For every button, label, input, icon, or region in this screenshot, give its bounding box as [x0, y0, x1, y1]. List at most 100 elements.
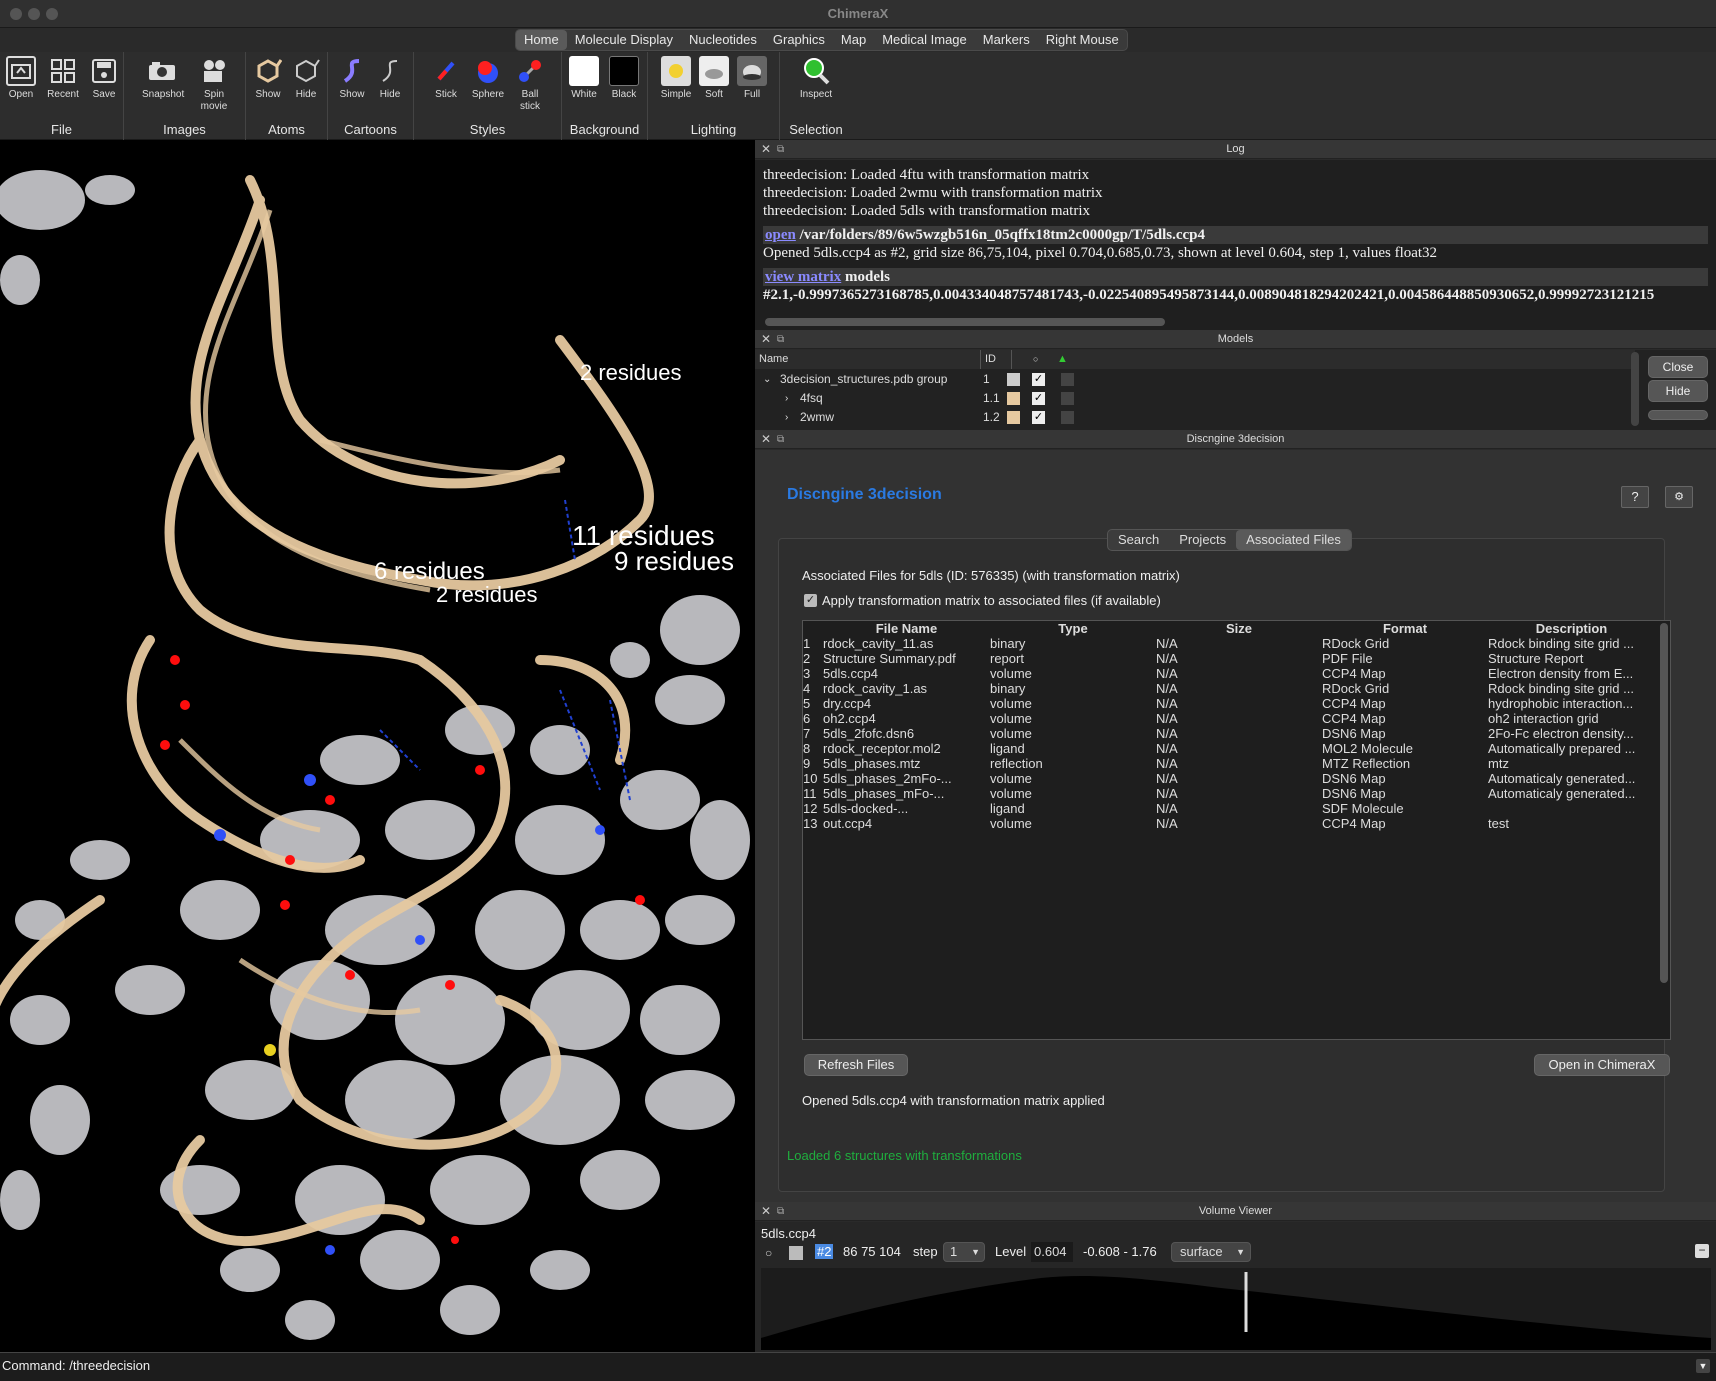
table-row[interactable]: 13 out.ccp4 volume N/A CCP4 Map test: [803, 816, 1655, 831]
model-color-swatch[interactable]: [1007, 411, 1020, 424]
stick-button[interactable]: Stick: [426, 56, 466, 101]
select-checkbox[interactable]: [1061, 411, 1074, 424]
inspect-button[interactable]: Inspect: [796, 56, 836, 101]
table-row[interactable]: 5 dry.ccp4 volume N/A CCP4 Map hydrophobic in…: [803, 696, 1655, 711]
chevron-right-icon[interactable]: ›: [785, 408, 788, 427]
black-background-button[interactable]: Black: [604, 56, 644, 101]
command-history-icon[interactable]: ▼: [1696, 1359, 1710, 1373]
tab-nucleotides[interactable]: Nucleotides: [681, 30, 765, 50]
open-command-link[interactable]: open: [765, 227, 796, 243]
table-row[interactable]: 7 5dls_2fofc.dsn6 volume N/A DSN6 Map 2Fo-Fc …: [803, 726, 1655, 741]
format-column-header[interactable]: Format: [1322, 621, 1488, 636]
style-select[interactable]: surface ▼: [1171, 1242, 1251, 1262]
id-column-header[interactable]: ID: [980, 350, 996, 369]
atoms-show-button[interactable]: Show: [248, 56, 288, 101]
float-icon[interactable]: ⧉: [777, 1202, 784, 1221]
level-input[interactable]: 0.604: [1031, 1242, 1073, 1262]
full-lighting-button[interactable]: Full: [732, 56, 772, 101]
shown-checkbox[interactable]: ✓: [1032, 373, 1045, 386]
tab-home[interactable]: Home: [516, 30, 567, 50]
description-column-header[interactable]: Description: [1488, 621, 1655, 636]
table-row[interactable]: 2 Structure Summary.pdf report N/A PDF File S…: [803, 651, 1655, 666]
soft-lighting-button[interactable]: Soft: [694, 56, 734, 101]
minimize-window-button[interactable]: [28, 8, 40, 20]
models-scrollbar[interactable]: [1631, 352, 1639, 426]
model-row[interactable]: › 4fsq 1.1 ✓: [755, 389, 1635, 408]
table-row[interactable]: 3 5dls.ccp4 volume N/A CCP4 Map Electron dens…: [803, 666, 1655, 681]
apply-matrix-checkbox[interactable]: ✓: [804, 594, 817, 607]
close-icon[interactable]: ✕: [761, 1202, 771, 1221]
spin-movie-button[interactable]: Spin movie: [194, 56, 234, 113]
show-volume-toggle[interactable]: ○: [765, 1246, 772, 1260]
model-row[interactable]: › 2wmw 1.2 ✓: [755, 408, 1635, 427]
log-horizontal-scrollbar[interactable]: [765, 318, 1165, 326]
open-button[interactable]: Open: [1, 56, 41, 101]
float-icon[interactable]: ⧉: [777, 430, 784, 449]
size-column-header[interactable]: Size: [1156, 621, 1322, 636]
file-name-column-header[interactable]: File Name: [823, 621, 990, 636]
float-icon[interactable]: ⧉: [777, 140, 784, 159]
sphere-button[interactable]: Sphere: [468, 56, 508, 101]
table-row[interactable]: 10 5dls_phases_2mFo-... volume N/A DSN6 Map A…: [803, 771, 1655, 786]
shown-checkbox[interactable]: ✓: [1032, 392, 1045, 405]
type-column-header[interactable]: Type: [990, 621, 1156, 636]
table-row[interactable]: 9 5dls_phases.mtz reflection N/A MTZ Reflect…: [803, 756, 1655, 771]
command-input[interactable]: /threedecision: [69, 1358, 150, 1373]
files-table-scrollbar[interactable]: [1660, 623, 1668, 983]
cartoons-show-button[interactable]: Show: [332, 56, 372, 101]
tab-projects[interactable]: Projects: [1169, 530, 1236, 550]
close-icon[interactable]: ✕: [761, 330, 771, 349]
tab-markers[interactable]: Markers: [975, 30, 1038, 50]
log-panel[interactable]: threedecision: Loaded 4ftu with transfor…: [755, 160, 1716, 330]
open-in-chimerax-button[interactable]: Open in ChimeraX: [1534, 1054, 1670, 1076]
view-matrix-link[interactable]: view matrix: [765, 269, 841, 285]
volume-histogram[interactable]: [761, 1268, 1711, 1350]
refresh-files-button[interactable]: Refresh Files: [804, 1054, 908, 1076]
model-color-swatch[interactable]: [1007, 373, 1020, 386]
volume-color-swatch[interactable]: [789, 1246, 803, 1260]
model-color-swatch[interactable]: [1007, 392, 1020, 405]
close-icon[interactable]: ✕: [761, 140, 771, 159]
close-window-button[interactable]: [10, 8, 22, 20]
table-row[interactable]: 6 oh2.ccp4 volume N/A CCP4 Map oh2 interactio…: [803, 711, 1655, 726]
table-row[interactable]: 12 5dls-docked-... ligand N/A SDF Molecule: [803, 801, 1655, 816]
help-button[interactable]: ?: [1621, 486, 1649, 508]
chevron-down-icon[interactable]: ⌄: [763, 370, 771, 389]
shown-checkbox[interactable]: ✓: [1032, 411, 1045, 424]
graphics-viewport[interactable]: 2 residues 11 residues 9 residues 6 resi…: [0, 140, 755, 1352]
more-model-button[interactable]: [1648, 410, 1708, 420]
table-row[interactable]: 1 rdock_cavity_11.as binary N/A RDock Grid Rd…: [803, 636, 1655, 651]
save-button[interactable]: Save: [84, 56, 124, 101]
table-row[interactable]: 4 rdock_cavity_1.as binary N/A RDock Grid Rdo…: [803, 681, 1655, 696]
model-row[interactable]: ⌄ 3decision_structures.pdb group 1 ✓: [755, 370, 1635, 389]
settings-button[interactable]: ⚙: [1665, 486, 1693, 508]
tab-graphics[interactable]: Graphics: [765, 30, 833, 50]
close-icon[interactable]: ✕: [761, 430, 771, 449]
tab-map[interactable]: Map: [833, 30, 874, 50]
cartoons-hide-button[interactable]: Hide: [370, 56, 410, 101]
select-checkbox[interactable]: [1061, 392, 1074, 405]
tab-associated-files[interactable]: Associated Files: [1236, 530, 1351, 550]
collapse-icon[interactable]: −: [1695, 1244, 1709, 1258]
zoom-window-button[interactable]: [46, 8, 58, 20]
hide-model-button[interactable]: Hide: [1648, 380, 1708, 402]
tab-medical-image[interactable]: Medical Image: [874, 30, 975, 50]
white-background-button[interactable]: White: [564, 56, 604, 101]
window-controls[interactable]: [10, 8, 64, 23]
table-row[interactable]: 11 5dls_phases_mFo-... volume N/A DSN6 Map Au…: [803, 786, 1655, 801]
tab-right-mouse[interactable]: Right Mouse: [1038, 30, 1127, 50]
tab-molecule-display[interactable]: Molecule Display: [567, 30, 681, 50]
snapshot-button[interactable]: Snapshot: [142, 56, 184, 101]
recent-button[interactable]: Recent: [43, 56, 83, 101]
tab-search[interactable]: Search: [1108, 530, 1169, 550]
table-row[interactable]: 8 rdock_receptor.mol2 ligand N/A MOL2 Molecu…: [803, 741, 1655, 756]
close-model-button[interactable]: Close: [1648, 356, 1708, 378]
ball-stick-button[interactable]: Ball stick: [510, 56, 550, 113]
chevron-right-icon[interactable]: ›: [785, 389, 788, 408]
atoms-hide-button[interactable]: Hide: [286, 56, 326, 101]
simple-lighting-button[interactable]: Simple: [656, 56, 696, 101]
float-icon[interactable]: ⧉: [777, 330, 784, 349]
step-select[interactable]: 1 ▼: [943, 1242, 985, 1262]
select-checkbox[interactable]: [1061, 373, 1074, 386]
name-column-header[interactable]: Name: [759, 350, 788, 369]
